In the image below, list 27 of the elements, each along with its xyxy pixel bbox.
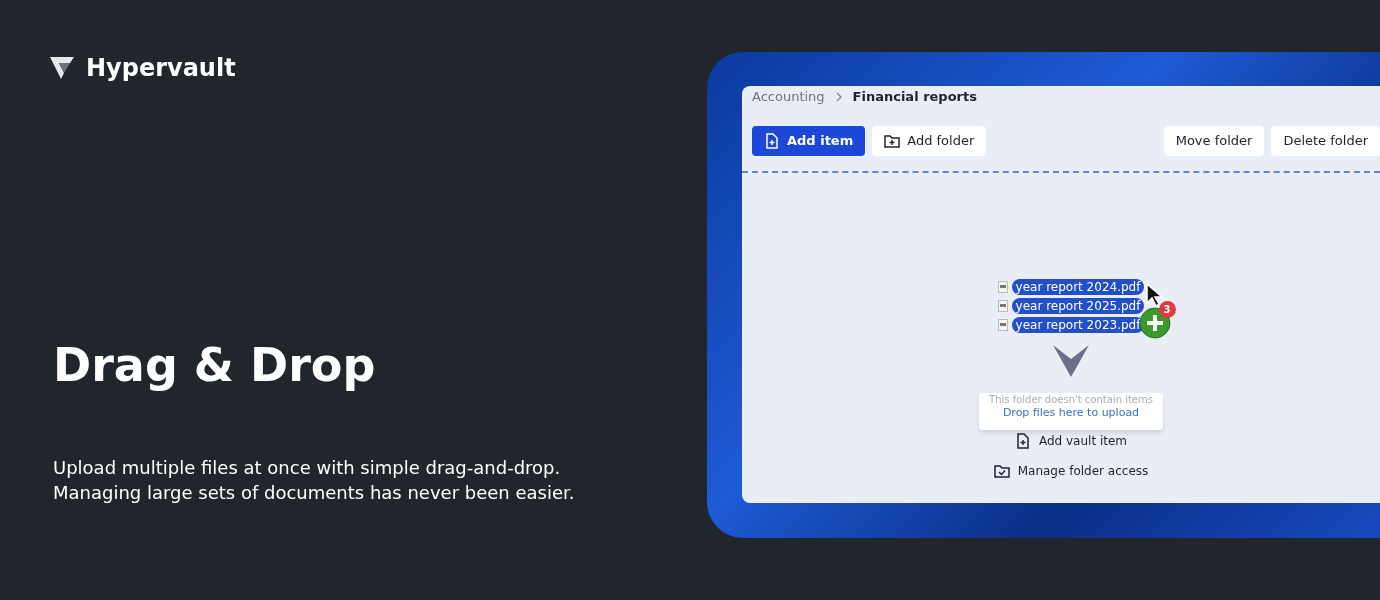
dragged-file: year report 2025.pdf — [1011, 298, 1145, 314]
folder-plus-icon — [884, 133, 901, 149]
brand-name: Hypervault — [86, 53, 236, 84]
chevron-down-icon — [1053, 345, 1089, 377]
chevron-right-icon — [834, 92, 843, 102]
action-link[interactable]: Add vault item — [1014, 432, 1128, 450]
logo-icon — [50, 55, 74, 81]
toolbar-button[interactable]: Add item — [752, 126, 866, 156]
breadcrumb-link[interactable]: Accounting — [752, 87, 825, 107]
toolbar-button[interactable]: Move folder — [1163, 126, 1265, 156]
file-plus-icon — [1014, 433, 1031, 449]
file-icon — [997, 281, 1008, 293]
breadcrumb-current: Financial reports — [852, 88, 977, 107]
description-line: Upload multiple files at once with simple drag-and-drop. — [53, 456, 562, 480]
action-link[interactable]: Manage folder access — [993, 462, 1149, 480]
empty-message: This folder doesn't contain items — [989, 394, 1153, 406]
headline: Drag & Drop — [53, 337, 377, 394]
file-icon — [997, 300, 1008, 312]
folder-check-icon — [993, 463, 1010, 479]
description-line: Managing large sets of documents has never been easier. — [53, 481, 576, 505]
file-plus-icon — [764, 133, 780, 149]
cursor-icon — [1144, 283, 1165, 307]
drop-hint: Drop files here to upload — [1002, 406, 1140, 420]
toolbar-button[interactable]: Delete folder — [1271, 126, 1380, 156]
dragged-file: year report 2024.pdf — [1011, 279, 1145, 295]
toolbar-button[interactable]: Add folder — [872, 126, 987, 156]
file-icon — [997, 319, 1008, 331]
